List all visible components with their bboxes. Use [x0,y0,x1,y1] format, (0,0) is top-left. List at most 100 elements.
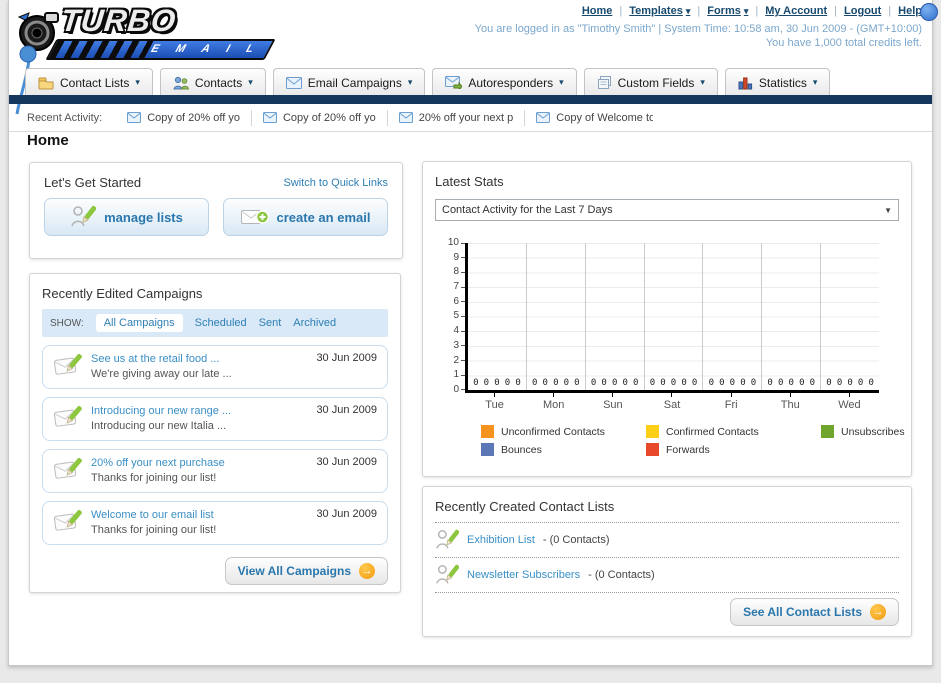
see-all-contact-lists-button[interactable]: See All Contact Lists [730,598,899,626]
switch-quick-links-link[interactable]: Switch to Quick Links [283,177,388,189]
tab-contacts[interactable]: Contacts [159,68,266,96]
data-value: 0 [553,378,559,388]
zero-values-row: 00000 [527,378,585,388]
tab-email-campaigns[interactable]: Email Campaigns [272,68,426,96]
view-all-campaigns-button[interactable]: View All Campaigns [224,557,388,585]
logo-email-bar: E M A I L [45,39,276,60]
contact-lists-card: Recently Created Contact Lists Exhibitio… [422,486,912,637]
chart-legend: Unconfirmed Contacts Confirmed Contacts Un… [481,425,905,456]
top-link-my-account[interactable]: My Account [765,5,827,17]
filter-sent[interactable]: Sent [259,317,282,329]
tab-statistics[interactable]: Statistics [724,68,831,96]
logo-text: TURBO [59,3,179,38]
envelope-plus-icon [240,210,269,224]
filter-all-campaigns[interactable]: All Campaigns [95,314,183,332]
y-tick-label: 9 [435,252,465,263]
data-value: 0 [788,378,794,388]
filter-scheduled[interactable]: Scheduled [195,317,247,329]
divider [619,5,622,17]
see-all-contact-lists-label: See All Contact Lists [743,605,862,619]
y-tick-label: 0 [435,384,465,395]
data-value: 0 [826,378,832,388]
zero-values-row: 00000 [468,378,526,388]
campaign-subtitle: Thanks for joining our list! [91,524,217,536]
recent-activity-item[interactable]: 20% off your next p [386,109,525,126]
top-link-templates[interactable]: Templates [629,5,690,17]
get-started-title: Let's Get Started [44,175,142,190]
divider [755,5,758,17]
data-value: 0 [857,378,864,388]
x-tick-mark [789,393,791,397]
recent-activity-item[interactable]: Copy of 20% off yo [250,109,387,126]
tab-contact-lists[interactable]: Contact Lists [25,68,153,96]
recent-campaigns-title: Recently Edited Campaigns [42,286,203,301]
top-link-forms[interactable]: Forms [707,5,748,17]
tab-label: Statistics [758,75,807,90]
x-axis-label: Fri [702,393,761,411]
stats-period-select[interactable]: Contact Activity for the Last 7 Days ▼ [435,199,899,221]
filter-archived[interactable]: Archived [293,317,336,329]
envelope-pencil-icon [53,510,82,531]
chart-day-group: 00000 [527,243,586,390]
x-axis-label: Mon [524,393,583,411]
manage-lists-button[interactable]: manage lists [44,198,209,236]
contact-list-link[interactable]: Exhibition List [467,534,535,546]
campaign-item[interactable]: Introducing our new range ... Introducin… [42,397,388,441]
data-value: 0 [836,378,843,388]
contact-list-count: - (0 Contacts) [542,534,610,546]
data-value: 0 [622,378,628,388]
legend-swatch [481,443,494,456]
envelope-pencil-icon [53,406,82,427]
envelope-pencil-icon [53,354,82,375]
zero-values-row: 00000 [821,378,879,388]
recent-activity-item[interactable]: Copy of 20% off yo [116,110,251,126]
get-started-card: Let's Get Started Switch to Quick Links … [29,162,403,259]
person-pencil-icon [436,564,459,584]
data-value: 0 [729,378,736,388]
chevron-down-icon: ▼ [884,205,892,215]
legend-label: Forwards [666,443,710,456]
x-axis-label: Thu [761,393,820,411]
data-value: 0 [681,378,687,388]
data-value: 0 [590,378,597,388]
show-label: SHOW: [50,317,84,329]
data-value: 0 [494,378,500,388]
top-link-logout[interactable]: Logout [844,5,881,17]
recent-activity-item[interactable]: Copy of Welcome to [524,109,664,126]
manage-lists-label: manage lists [104,209,183,225]
campaign-item[interactable]: Welcome to our email list Thanks for joi… [42,501,388,545]
legend-item: Unsubscribes [821,425,941,438]
recent-activity-text: Copy of 20% off yo [282,111,376,124]
blue-dot-decoration [920,3,938,21]
data-value: 0 [740,378,746,388]
contact-lists-title: Recently Created Contact Lists [435,499,615,514]
legend-item: Unconfirmed Contacts [481,425,646,438]
data-value: 0 [649,378,656,388]
contact-list-item[interactable]: Newsletter Subscribers - (0 Contacts) [435,558,899,593]
envelope-pencil-icon [53,458,82,479]
x-tick-mark [671,393,673,397]
contact-list-link[interactable]: Newsletter Subscribers [467,569,580,581]
campaign-date: 30 Jun 2009 [316,508,377,520]
tab-label: Contact Lists [60,75,130,90]
create-email-button[interactable]: create an email [223,198,388,236]
top-link-help[interactable]: Help [898,5,922,17]
top-nav: Home Templates Forms My Account Logout H… [582,5,922,17]
data-value: 0 [777,378,784,388]
tab-label: Custom Fields [617,75,695,90]
data-value: 0 [809,378,816,388]
envelope-arrow-icon [445,76,463,89]
recent-activity-bar: Recent Activity: Copy of 20% off yo Copy… [9,104,932,132]
y-tick-label: 5 [435,311,465,321]
campaign-date: 30 Jun 2009 [316,352,377,364]
tab-custom-fields[interactable]: Custom Fields [583,68,718,96]
data-value: 0 [670,378,677,388]
data-value: 0 [708,378,714,388]
contact-list-item[interactable]: Exhibition List - (0 Contacts) [435,523,899,558]
campaign-item[interactable]: See us at the retail food ... We're givi… [42,345,388,389]
tab-autoresponders[interactable]: Autoresponders [432,68,577,96]
data-value: 0 [611,378,618,388]
main-nav-tabs: Contact Lists Contacts Email Campaigns [25,68,831,96]
campaign-item[interactable]: 20% off your next purchase Thanks for jo… [42,449,388,493]
top-link-home[interactable]: Home [582,5,613,17]
